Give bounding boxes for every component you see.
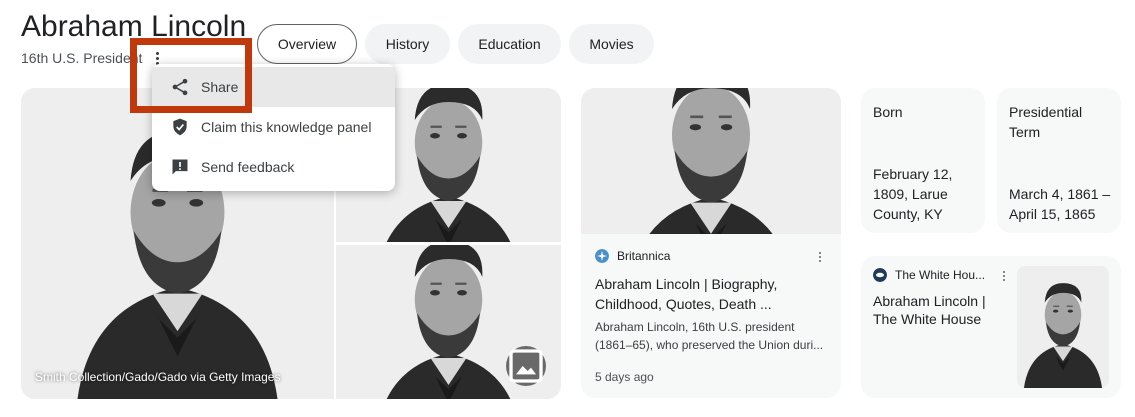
white-house-logo-icon [873, 268, 887, 282]
share-highlight-box [130, 38, 252, 113]
image-caption: Smith Collection/Gado/Gado via Getty Ima… [35, 370, 281, 384]
view-images-button[interactable] [506, 346, 546, 386]
news-title[interactable]: Abraham Lincoln | The White House [873, 292, 1003, 328]
news-timestamp: 5 days ago [595, 370, 654, 384]
menu-item-label: Send feedback [201, 159, 295, 175]
menu-item-claim[interactable]: Claim this knowledge panel [152, 107, 395, 147]
whitehouse-image [1017, 266, 1109, 388]
tab-history[interactable]: History [365, 24, 450, 64]
verified-shield-icon [169, 116, 191, 138]
fact-value: February 12, 1809, Larue County, KY [873, 166, 953, 222]
fact-label: Born [873, 104, 903, 120]
britannica-logo-icon [595, 249, 609, 263]
news-image [581, 88, 841, 234]
page-subtitle: 16th U.S. President [21, 50, 143, 66]
image-bottom-right[interactable] [336, 245, 561, 399]
fact-card-born[interactable]: Born February 12, 1809, Larue County, KY [861, 88, 985, 233]
tab-education[interactable]: Education [458, 24, 561, 64]
news-source: Britannica [617, 249, 671, 263]
menu-item-feedback[interactable]: Send feedback [152, 147, 395, 187]
fact-value: March 4, 1861 – April 15, 1865 [1009, 186, 1111, 222]
tab-movies[interactable]: Movies [569, 24, 654, 64]
news-source: The White Hou... [895, 268, 986, 282]
menu-item-label: Claim this knowledge panel [201, 119, 372, 135]
news-more-button[interactable] [815, 250, 825, 264]
fact-card-term[interactable]: Presidential Term March 4, 1861 – April … [997, 88, 1121, 233]
news-card-britannica[interactable]: Britannica Abraham Lincoln | Biography, … [581, 88, 841, 398]
news-title[interactable]: Abraham Lincoln | Biography, Childhood, … [595, 274, 831, 314]
news-card-whitehouse[interactable]: The White Hou... Abraham Lincoln | The W… [861, 256, 1121, 398]
feedback-icon [169, 156, 191, 178]
tab-overview[interactable]: Overview [257, 24, 357, 64]
whitehouse-more-button[interactable] [999, 269, 1009, 283]
news-snippet: Abraham Lincoln, 16th U.S. president (18… [595, 320, 824, 352]
fact-label: Presidential Term [1009, 104, 1083, 140]
image-gallery-icon [509, 349, 543, 383]
